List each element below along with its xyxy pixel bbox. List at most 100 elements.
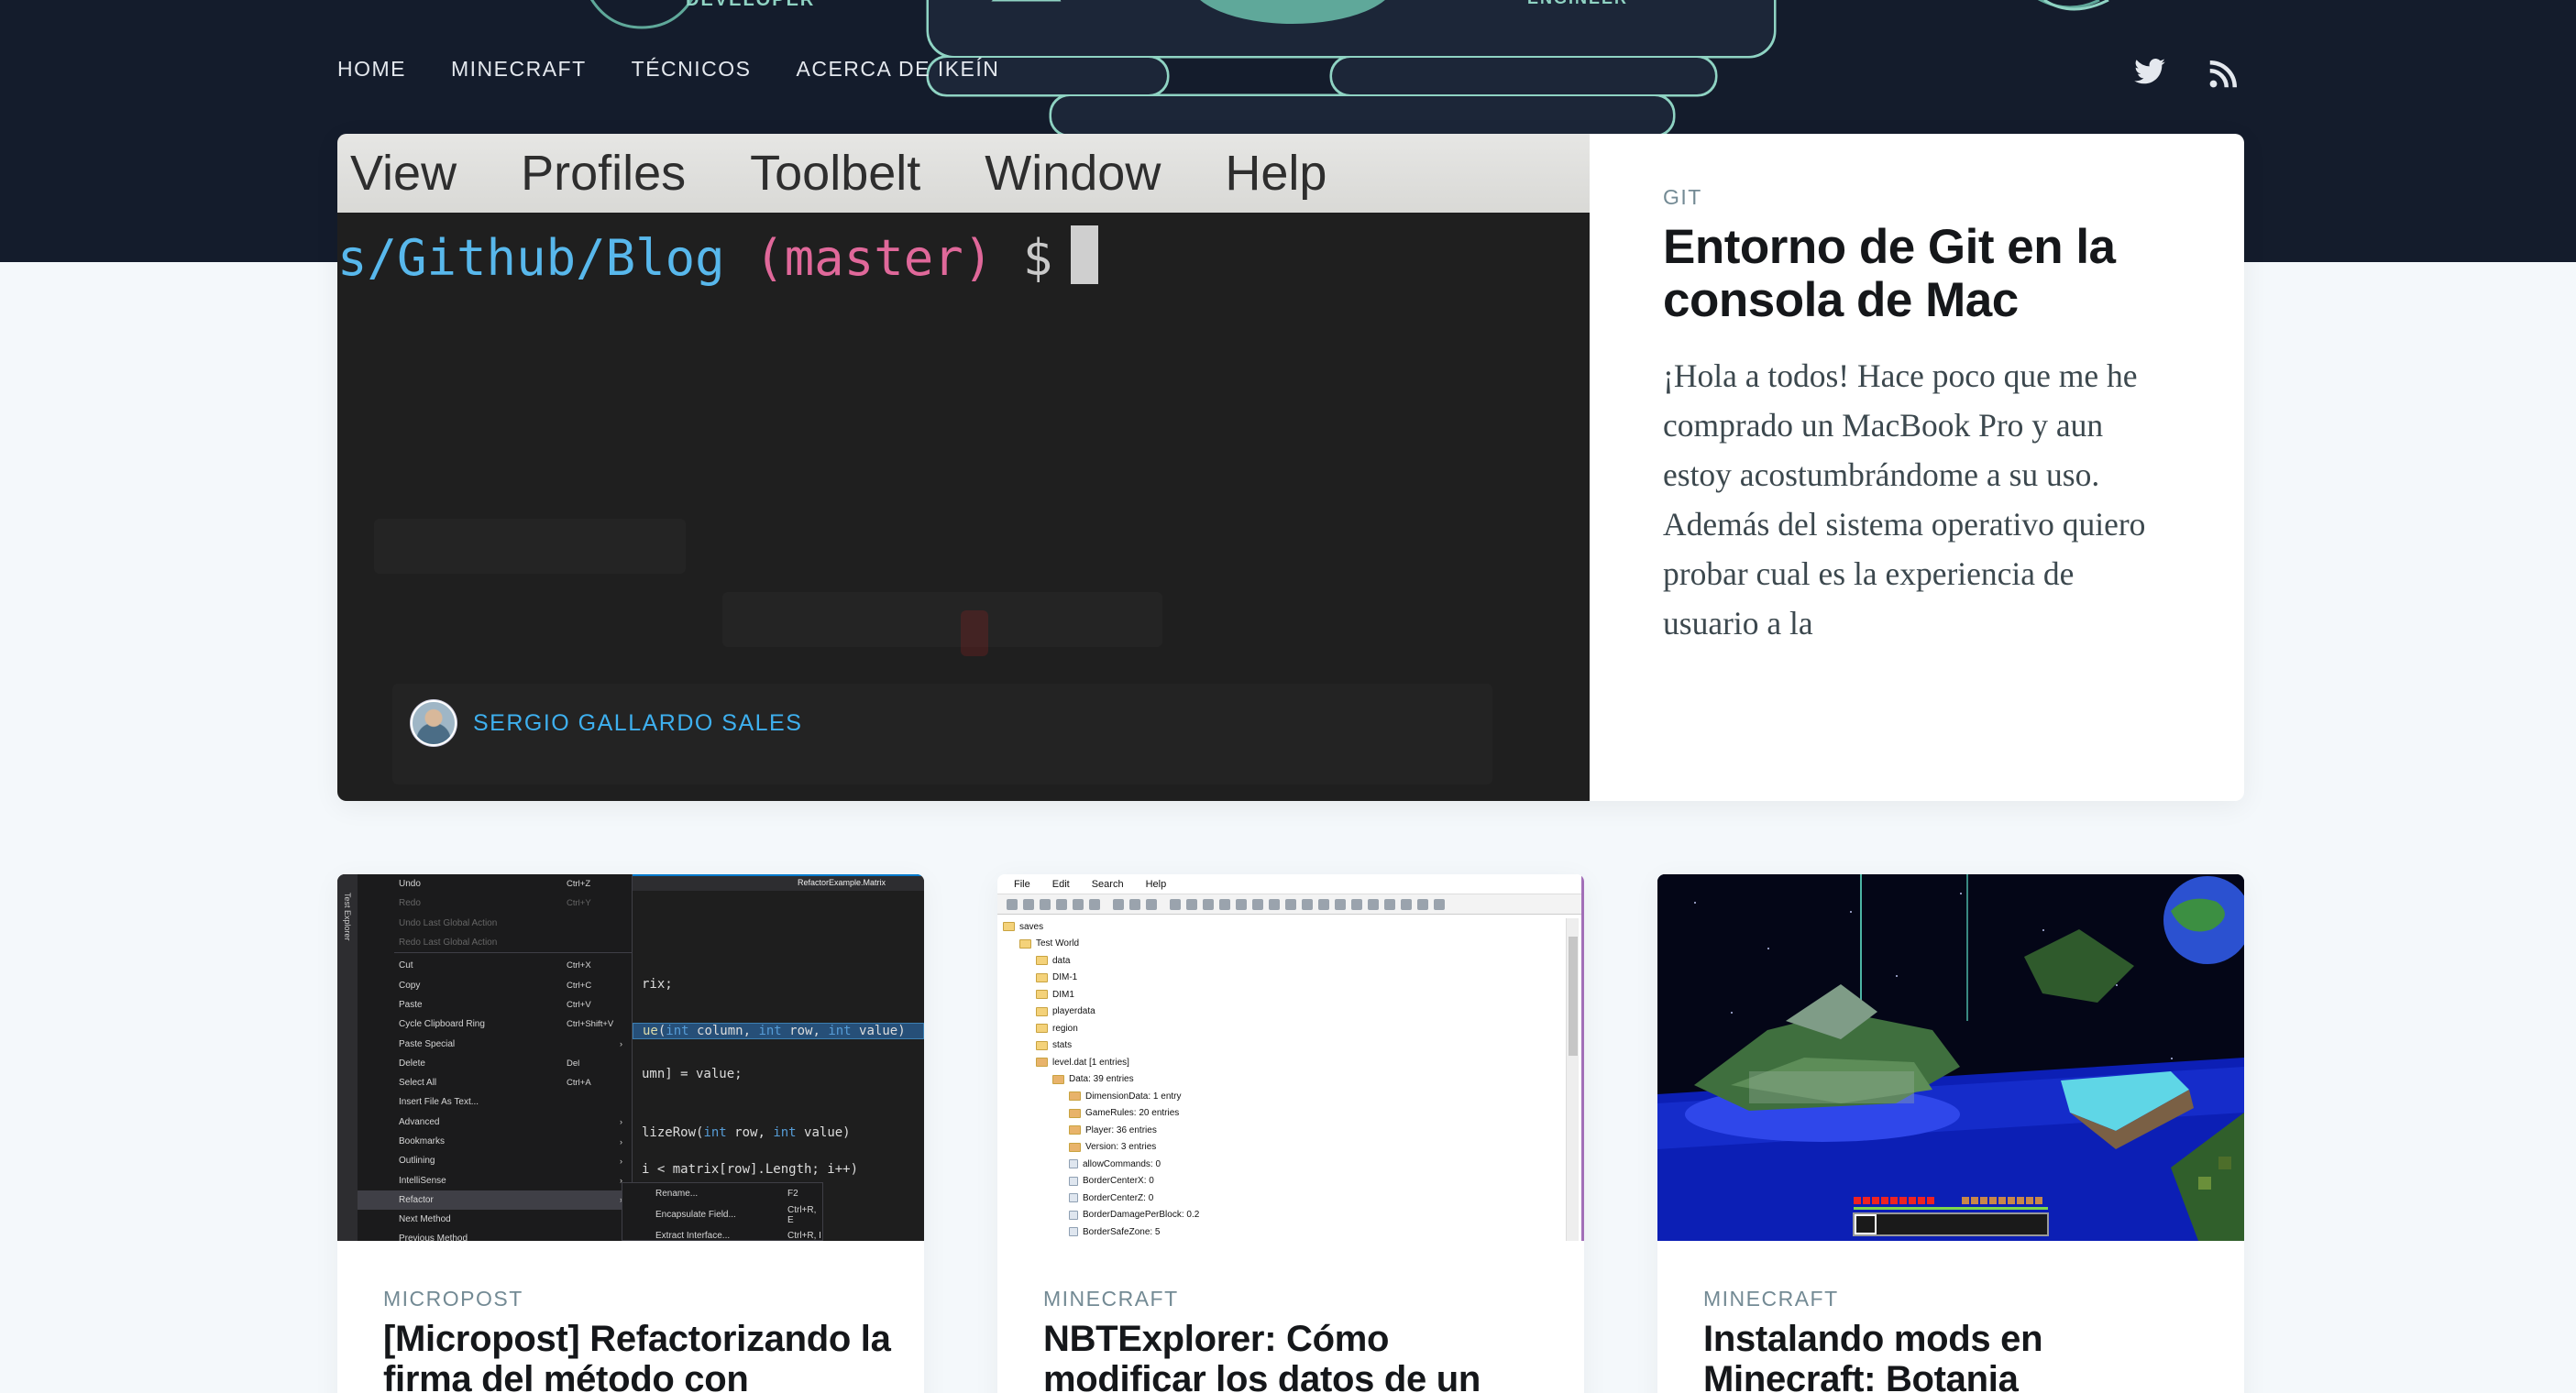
vs-menu-item: Bookmarks ›	[358, 1132, 632, 1151]
vs-menu-label: Previous Method	[399, 1234, 468, 1241]
nav-about[interactable]: Acerca de Ikeín	[797, 57, 1000, 82]
vs-submenu-label: Extract Interface...	[655, 1231, 731, 1241]
nbt-tree-label: region	[1052, 1023, 1078, 1034]
nbt-tree-label: saves	[1019, 921, 1044, 932]
toolbar-icon	[1401, 899, 1412, 910]
nbt-tree-node: data	[1003, 952, 1199, 970]
folder-icon	[1036, 990, 1048, 1000]
post-card-tag[interactable]: Micropost	[383, 1287, 523, 1311]
nbt-tree-node: DIM1	[1003, 986, 1199, 1004]
featured-post-title[interactable]: Entorno de Git en la consola de Mac	[1663, 221, 2176, 327]
blur-shape	[961, 610, 988, 656]
vs-menu-item: Paste Special ›	[358, 1034, 632, 1053]
nbt-tree-node: allowCommands: 0	[1003, 1156, 1199, 1173]
vs-menu-shortcut: Ctrl+C	[567, 980, 592, 991]
vs-menu-shortcut: Del	[567, 1058, 580, 1069]
nbt-menu-help: Help	[1145, 878, 1167, 890]
terminal-cursor	[1071, 225, 1099, 284]
nbt-tree-label: DIM-1	[1052, 972, 1078, 983]
minecraft-scene	[1657, 874, 2244, 1241]
vs-menu-item: Redo Ctrl+Y	[358, 894, 632, 913]
nbt-tree-label: BorderSafeZone: 5	[1083, 1226, 1161, 1237]
toolbar-icon	[1089, 899, 1100, 910]
main-nav: Home Minecraft Técnicos Acerca de Ikeín	[337, 57, 1044, 82]
post-card-tag[interactable]: Minecraft	[1703, 1287, 1839, 1311]
post-card-title[interactable]: [Micropost] Refactorizando la firma del …	[383, 1319, 897, 1393]
vs-menu-label: IntelliSense	[399, 1175, 446, 1186]
vs-refactor-submenu: Rename... F2 Encapsulate Field... Ctrl+R, E…	[622, 1182, 823, 1241]
featured-post-card[interactable]: View Profiles Toolbelt Window Help s/Git…	[337, 134, 2244, 801]
nbt-tree-node: Version: 3 entries	[1003, 1139, 1199, 1157]
code-line: lizeRow(int row, int value)	[642, 1125, 851, 1140]
twitter-icon[interactable]	[2134, 59, 2165, 84]
toolbar-icon	[1129, 899, 1140, 910]
menu-window: Window	[985, 146, 1161, 201]
blur-shape	[722, 592, 1162, 647]
chevron-right-icon: ›	[620, 1039, 622, 1049]
rss-icon[interactable]	[2209, 60, 2237, 88]
toolbar-icon	[1417, 899, 1428, 910]
toolbar-icon	[1007, 899, 1018, 910]
nbt-tree-node: BorderSafeZone: 5	[1003, 1223, 1199, 1241]
vs-menu-item: Previous Method	[358, 1229, 632, 1241]
vs-menu-label: Bookmarks	[399, 1136, 446, 1146]
chevron-right-icon: ›	[620, 1117, 622, 1127]
toolbar-icon	[1236, 899, 1247, 910]
nav-minecraft[interactable]: Minecraft	[451, 57, 587, 82]
nbt-tree-node: level.dat [1 entries]	[1003, 1054, 1199, 1071]
vs-menu-label: Insert File As Text...	[399, 1097, 479, 1108]
vs-menu-label: Cut	[399, 960, 413, 971]
nbt-tree-node: DIM-1	[1003, 970, 1199, 987]
vs-menu-shortcut: Ctrl+Y	[567, 898, 591, 909]
nav-home[interactable]: Home	[337, 57, 406, 82]
nbt-tree-label: Test World	[1036, 938, 1080, 949]
toolbar-icon	[1434, 899, 1445, 910]
vs-submenu-item: Encapsulate Field... Ctrl+R, E	[622, 1204, 822, 1225]
post-card-image: File Edit Search Help saves Test World dat…	[997, 874, 1584, 1241]
vs-menu-label: Undo Last Global Action	[399, 917, 498, 928]
post-card[interactable]: Minecraft Instalando mods en Minecraft: …	[1657, 874, 2244, 1393]
nbt-tree-label: BorderCenterZ: 0	[1083, 1192, 1154, 1203]
terminal-dollar: $	[1022, 229, 1053, 287]
tag-icon	[1069, 1142, 1081, 1152]
vs-menu-label: Refactor	[399, 1194, 434, 1205]
vs-menu-label: Copy	[399, 980, 421, 991]
toolbar-icon	[1302, 899, 1313, 910]
nbt-tree-label: playerdata	[1052, 1006, 1095, 1017]
nbt-tree-label: DimensionData: 1 entry	[1085, 1091, 1182, 1102]
vs-menu-item: Cycle Clipboard Ring Ctrl+Shift+V	[358, 1015, 632, 1034]
chevron-right-icon: ›	[620, 1156, 622, 1166]
post-card[interactable]: Test Explorer Undo Ctrl+Z Redo Ctrl+Y Undo L…	[337, 874, 924, 1393]
vs-submenu-item: Rename... F2	[622, 1183, 822, 1204]
post-card[interactable]: File Edit Search Help saves Test World dat…	[997, 874, 1584, 1393]
post-card-tag[interactable]: Minecraft	[1043, 1287, 1179, 1311]
featured-post-author[interactable]: Sergio Gallardo Sales	[411, 700, 802, 746]
toolbar-icon	[1170, 899, 1181, 910]
vs-menu-label: Paste	[399, 999, 423, 1010]
vs-menu-item: Select All Ctrl+A	[358, 1073, 632, 1092]
nbt-tree-label: stats	[1052, 1040, 1073, 1051]
toolbar-icon	[1073, 899, 1084, 910]
author-avatar[interactable]	[411, 700, 457, 746]
nbt-tree-node: stats	[1003, 1037, 1199, 1055]
vs-menu-label: Redo	[399, 898, 421, 909]
nbt-tree-node: BorderCenterZ: 0	[1003, 1190, 1199, 1207]
menu-view: View	[350, 146, 457, 201]
terminal-path: s/Github/Blog	[337, 229, 725, 287]
nav-tecnicos[interactable]: Técnicos	[632, 57, 752, 82]
featured-post-tag[interactable]: Git	[1663, 185, 2244, 210]
post-card-title[interactable]: NBTExplorer: Cómo modificar los datos de…	[1043, 1319, 1557, 1393]
nbt-toolbar	[997, 894, 1584, 915]
folder-icon	[1003, 922, 1015, 932]
vs-menu-label: Next Method	[399, 1214, 451, 1225]
vs-menu-item: IntelliSense ›	[358, 1170, 632, 1190]
vs-menu-label: Redo Last Global Action	[399, 938, 498, 949]
nbt-menu-search: Search	[1091, 878, 1124, 890]
vs-menu-label: Select All	[399, 1078, 437, 1089]
terminal-prompt: s/Github/Blog (master) $	[337, 225, 1099, 287]
nbt-menu-file: File	[1014, 878, 1030, 890]
author-name[interactable]: Sergio Gallardo Sales	[473, 710, 802, 737]
vs-submenu-shortcut: Ctrl+R, E	[787, 1204, 817, 1225]
post-card-title[interactable]: Instalando mods en Minecraft: Botania	[1703, 1319, 2217, 1393]
post-card-image: Test Explorer Undo Ctrl+Z Redo Ctrl+Y Undo L…	[337, 874, 924, 1241]
